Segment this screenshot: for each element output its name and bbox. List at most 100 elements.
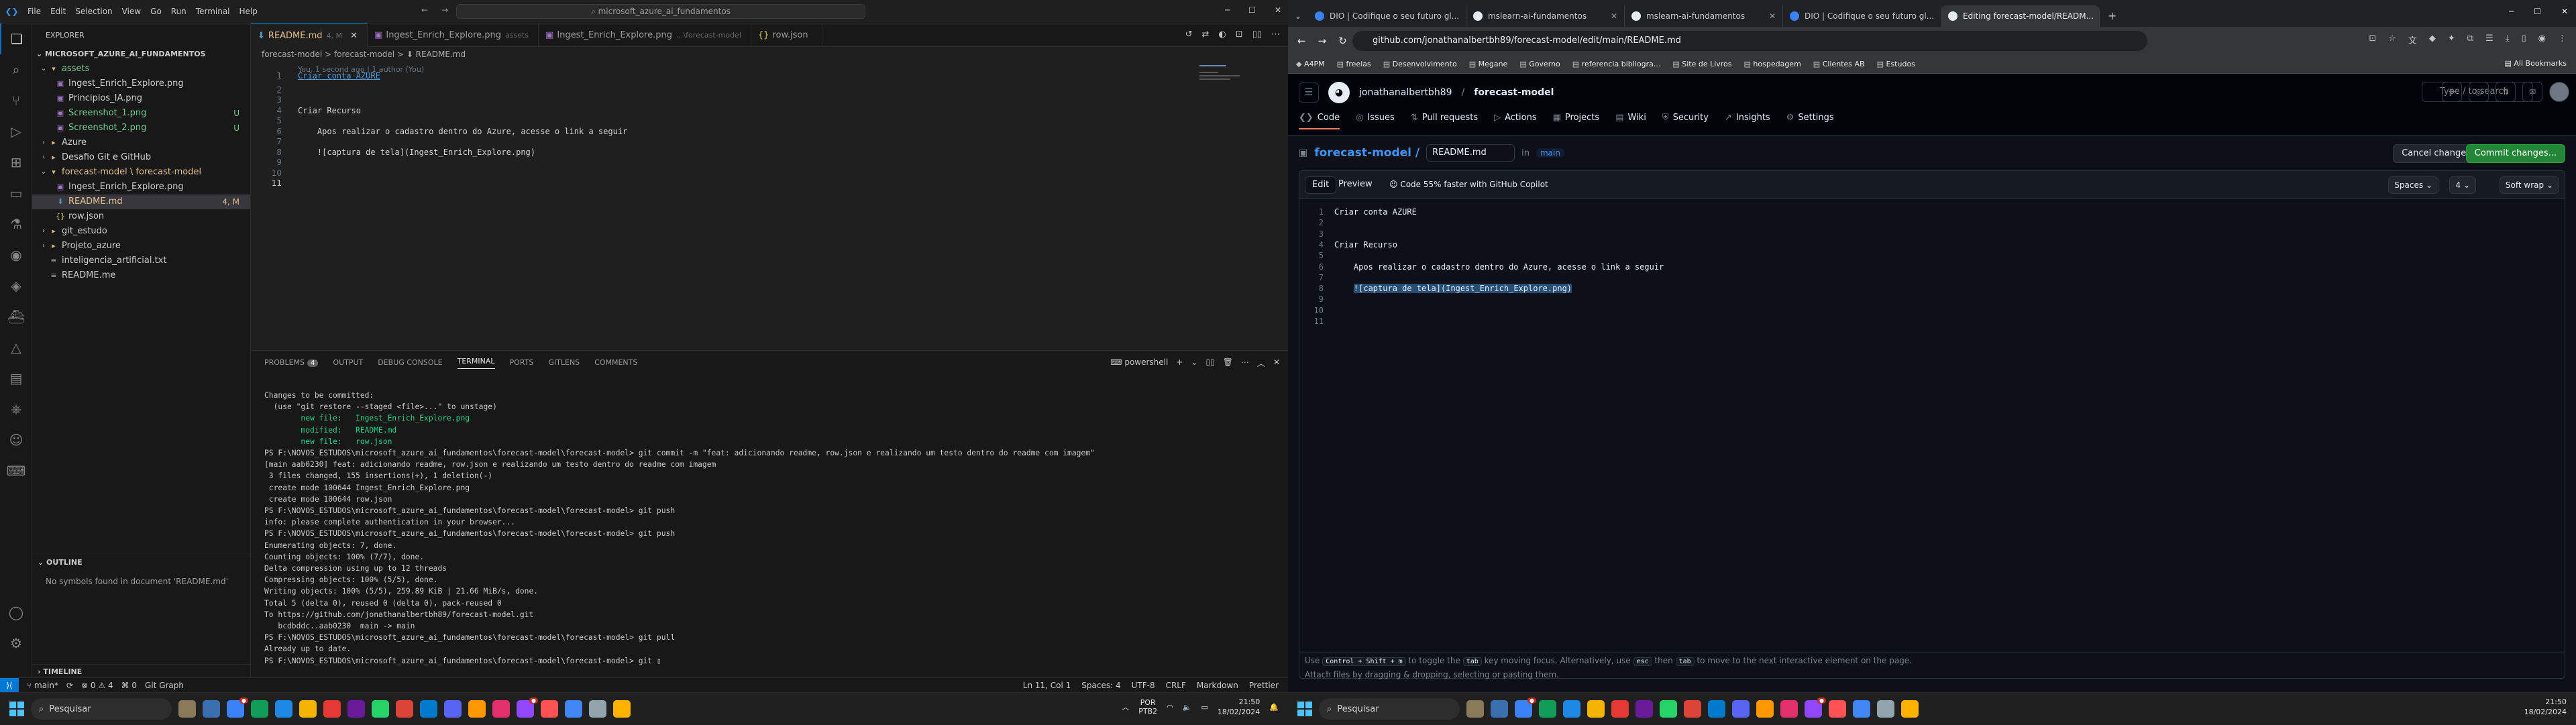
tree-item[interactable]: › ▸ Projeto_azure [32,239,250,254]
close-tab-icon[interactable]: ✕ [1611,11,1617,21]
taskbar-search[interactable]: ⌕ Pesquisar [31,698,172,720]
menu-icon[interactable]: ⋮ [2558,34,2567,46]
edge-app-icon[interactable]: ● [227,698,248,718]
vscode-app-icon[interactable] [420,700,437,718]
repo-nav-pull-requests[interactable]: ⇅ Pull requests [1411,113,1478,129]
panel-tab-problems[interactable]: PROBLEMS 4 [264,358,319,367]
preview-tab[interactable]: Preview [1332,176,1379,194]
kubernetes-icon[interactable]: ⎈ [0,394,32,425]
issues-icon[interactable]: ◎ [2469,82,2489,102]
repo-nav-projects[interactable]: ▦ Projects [1553,113,1600,129]
store-app-icon[interactable] [275,700,292,718]
chevron-down-icon[interactable]: ⌄ [1191,357,1197,369]
clock[interactable]: 21:50 18/02/2024 [2524,697,2567,717]
panel-tab-comments[interactable]: COMMENTS [594,358,637,367]
back-arrow-icon[interactable]: ← [421,5,428,15]
panel-tab-output[interactable]: OUTPUT [333,358,363,367]
status-item[interactable]: Prettier [1249,681,1279,690]
tree-item[interactable]: ▣ Screenshot_1.png U [32,106,250,121]
status-item[interactable]: Markdown [1197,681,1238,690]
folder-icon[interactable]: ▤ [0,363,32,394]
browser-tab[interactable]: mslearn-ai-fundamentos ✕ [1466,5,1625,27]
tree-item[interactable]: › ▸ git_estudo [32,224,250,239]
ports-indicator[interactable]: ⌘ 0 [121,681,137,690]
sync-icon[interactable]: ⟳ [66,681,73,690]
notifications-icon[interactable]: 🔔 [1269,703,1279,712]
discord-app-icon[interactable] [1732,700,1750,718]
account-icon[interactable]: ◯ [0,597,32,628]
timeline-header[interactable]: › TIMELINE [32,664,251,679]
bookmark-item[interactable]: ▤ Site de Livros [1672,60,1731,68]
panel-tab-ports[interactable]: PORTS [510,358,534,367]
vscode-app-icon[interactable] [1708,700,1725,718]
compare-icon[interactable]: ⇄ [1202,30,1210,40]
misc-app-icon[interactable] [1901,700,1919,718]
testing-icon[interactable]: ⚗ [0,209,32,239]
teams-app-icon[interactable] [203,700,220,718]
inbox-icon[interactable]: ✉ [2522,82,2542,102]
indent-mode-select[interactable]: Spaces ⌄ [2388,176,2438,194]
browser-tab[interactable]: Editing forecast-model/READM...✕ [1941,5,2100,27]
side-panel-icon[interactable]: ▯ [2522,34,2526,46]
settings-gear-icon[interactable]: ⚙ [0,628,32,659]
outline-header[interactable]: ⌄ OUTLINE [32,555,251,570]
extensions-icon[interactable]: ⊞ [0,147,32,178]
remote-indicator-icon[interactable]: ⟩⟨ [0,677,19,693]
menu-item-help[interactable]: Help [239,7,258,16]
menu-item-file[interactable]: File [28,7,41,16]
windows-start-icon[interactable] [1297,702,1312,716]
opera-app-icon[interactable] [1611,700,1629,718]
chrome-3-app-icon[interactable] [1853,700,1870,718]
history-icon[interactable]: ↺ [1185,30,1193,40]
repo-nav-code[interactable]: ❮❯ Code [1299,113,1340,129]
commit-changes-button[interactable]: Commit changes... [2465,144,2565,163]
status-item[interactable]: Ln 11, Col 1 [1023,681,1071,690]
reading-list-icon[interactable]: ☰ [2485,34,2493,46]
whatsapp-app-icon[interactable] [1660,700,1677,718]
forward-icon[interactable]: → [1318,35,1327,47]
terminal-output[interactable]: Changes to be committed: (use "git resto… [264,390,1095,667]
all-bookmarks[interactable]: ▤ All Bookmarks [2505,59,2567,68]
terminal-icon[interactable]: ⌨ [0,455,32,486]
bookmark-item[interactable]: ◆ A4PM [1296,60,1325,68]
github-icon[interactable]: ◉ [0,239,32,270]
menu-item-view[interactable]: View [122,7,141,16]
maximize-icon[interactable]: ☐ [1248,5,1256,15]
settings-app-icon[interactable] [1877,700,1894,718]
minimize-icon[interactable]: ─ [1225,5,1230,15]
tree-item[interactable]: ⬇ README.md 4, M [32,194,250,209]
close-icon[interactable]: ✕ [1275,5,1281,15]
browser-tab[interactable]: mslearn-ai-fundamentos ✕ [1625,5,1783,27]
extension-1-icon[interactable]: ◆ [2429,34,2436,46]
repo-name-link[interactable]: forecast-model [1474,87,1554,98]
bookmark-item[interactable]: ▤ referencia bibliogra... [1572,60,1661,68]
bookmark-item[interactable]: ▤ Governo [1519,60,1560,68]
repo-nav-issues[interactable]: ◎ Issues [1356,113,1395,129]
bookmark-item[interactable]: ▤ freelas [1337,60,1371,68]
back-icon[interactable]: ← [1297,35,1306,47]
more-icon[interactable]: ⋯ [1241,357,1249,369]
bookmark-item[interactable]: ▤ Desenvolvimento [1383,60,1457,68]
editor-tab[interactable]: ⬇ README.md 4, M ✕ [251,23,368,47]
problems-indicator[interactable]: ⊗ 0 ⚠ 4 [81,681,113,690]
cmd-app-icon[interactable] [468,700,486,718]
wrap-mode-select[interactable]: Soft wrap ⌄ [2499,176,2559,194]
close-panel-icon[interactable]: ✕ [1273,357,1280,369]
github-logo-icon[interactable]: ◕ [1328,82,1350,103]
close-icon[interactable]: ✕ [2561,7,2568,16]
status-item[interactable]: CRLF [1166,681,1186,690]
language-indicator[interactable]: POR PTB2 [1138,698,1157,716]
repo-nav-wiki[interactable]: ▤ Wiki [1615,113,1646,129]
chrome-3-app-icon[interactable] [565,700,582,718]
branch-indicator[interactable]: ⑂ main* [27,681,58,690]
wifi-icon[interactable]: ◠ [1167,703,1173,712]
bookmark-item[interactable]: ▤ Estudos [1877,60,1915,68]
breadcrumb[interactable]: forecast-model > forecast-model > ⬇ READ… [251,47,1288,62]
chrome-app-icon[interactable] [251,700,268,718]
close-tab-icon[interactable]: ✕ [1769,11,1776,21]
bookmark-item[interactable]: ▤ Megane [1469,60,1508,68]
filename-input[interactable]: README.md [1426,144,1515,162]
file-tree-toggle-icon[interactable]: ▣ [1299,148,1307,158]
git-graph-button[interactable]: Git Graph [145,681,184,690]
repo-nav-settings[interactable]: ⚙ Settings [1786,113,1834,129]
